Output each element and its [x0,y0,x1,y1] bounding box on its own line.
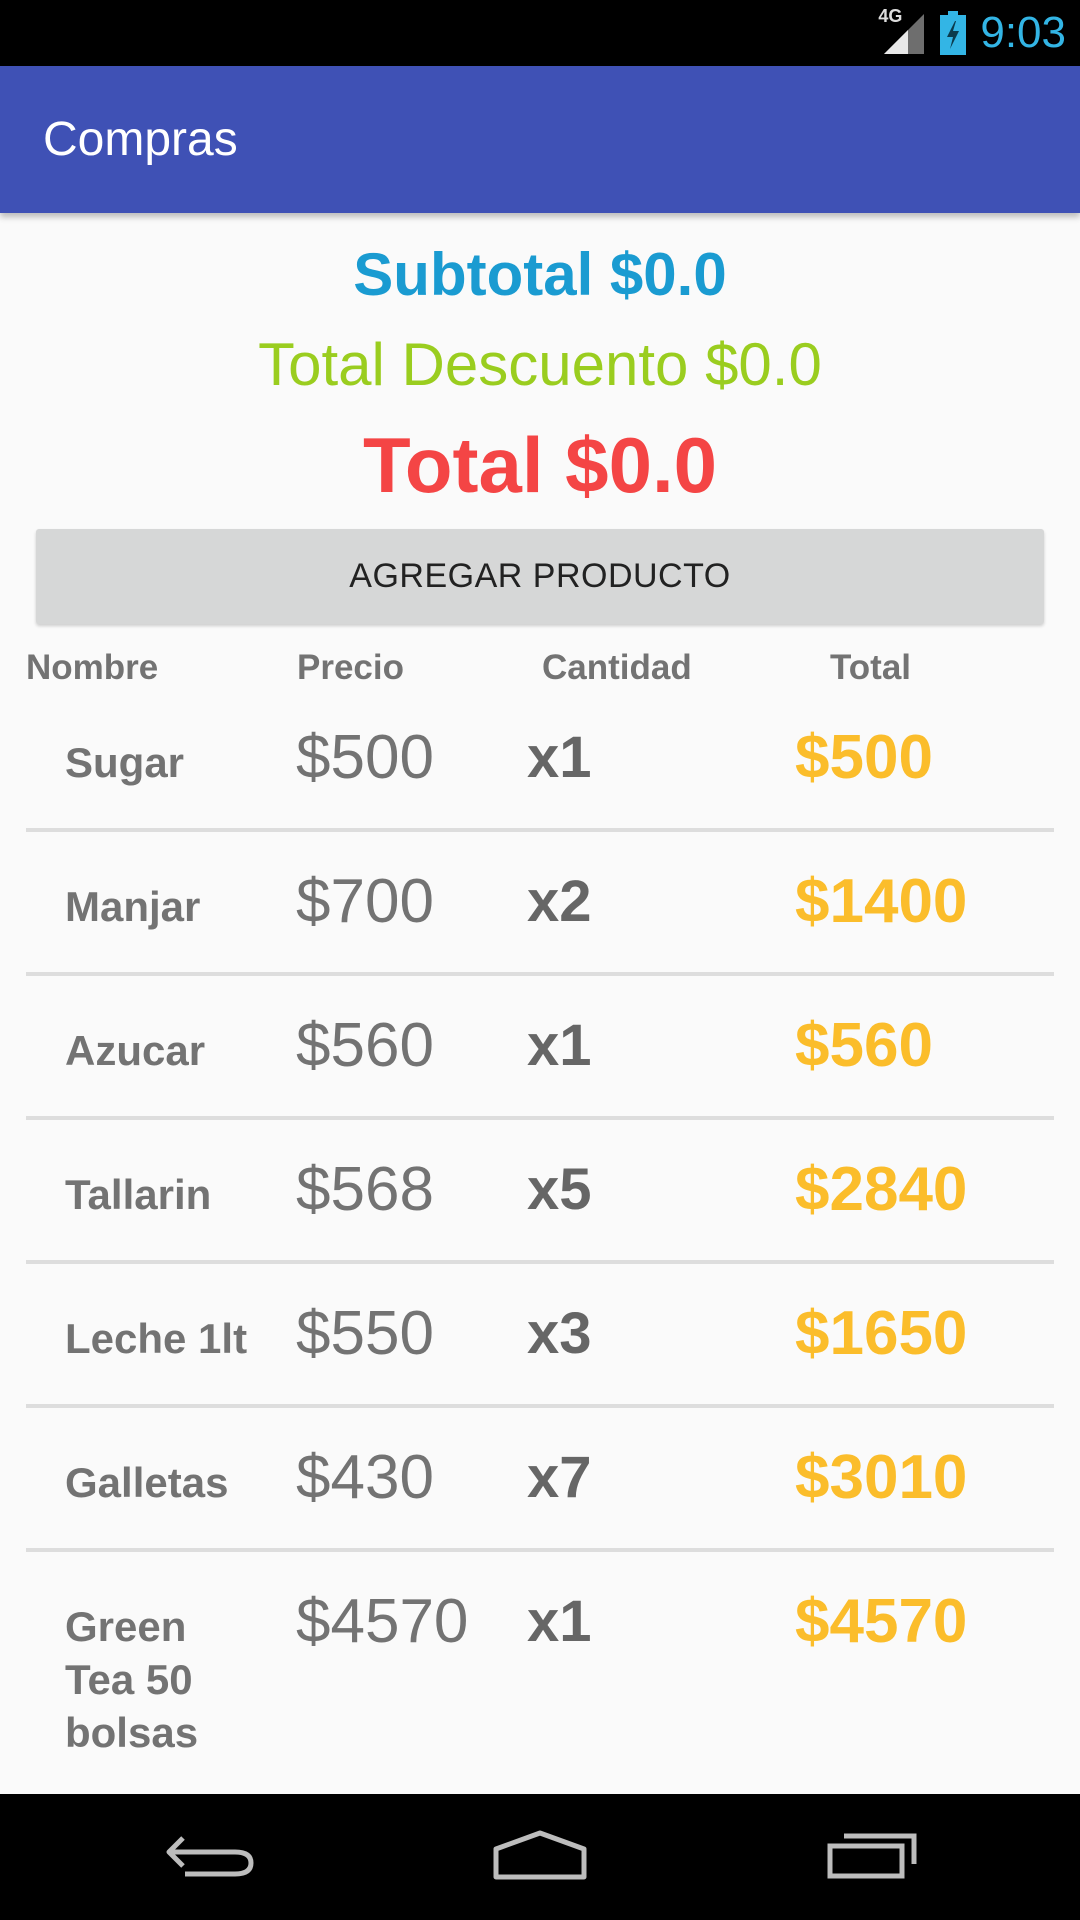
header-total: Total [830,648,912,687]
add-product-button[interactable]: AGREGAR PRODUCTO [36,529,1044,624]
product-quantity: x1 [527,1013,592,1078]
table-row[interactable]: Galletas $430 x7 $3010 [0,1420,1080,1564]
product-price: $560 [296,1011,434,1080]
table-row[interactable]: Azucar $560 x1 $560 [0,988,1080,1132]
recents-button[interactable] [772,1794,972,1920]
home-button[interactable] [440,1794,640,1920]
recents-icon [826,1830,918,1885]
product-name: Galletas [65,1459,229,1506]
product-total: $560 [795,1011,933,1080]
table-row[interactable]: Sugar $500 x1 $500 [0,700,1080,844]
row-divider [26,1116,1054,1120]
product-total: $4570 [795,1587,968,1656]
product-name: Green Tea 50 bolsas [65,1603,199,1756]
product-name: Tallarin [65,1171,212,1218]
status-icons: 4G 9:03 [878,0,1066,66]
product-name: Sugar [65,739,185,786]
navigation-bar [0,1794,1080,1920]
cell-signal-icon: 4G [878,6,926,56]
product-name: Leche 1lt [65,1315,248,1362]
product-name: Manjar [65,883,201,930]
discount-text: Total Descuento $0.0 [258,331,822,398]
header-precio: Precio [297,648,404,687]
product-price: $430 [296,1443,434,1512]
row-divider [26,1404,1054,1408]
app-bar: Compras [0,66,1080,213]
product-quantity: x1 [527,725,592,790]
product-total: $3010 [795,1443,968,1512]
battery-charging-icon [940,11,967,55]
row-divider [26,828,1054,832]
product-price: $4570 [296,1587,469,1656]
product-total: $1650 [795,1299,968,1368]
product-price: $500 [296,723,434,792]
product-quantity: x3 [527,1301,592,1366]
product-quantity: x5 [527,1157,592,1222]
product-total: $2840 [795,1155,968,1224]
product-name: Azucar [65,1027,206,1074]
product-quantity: x7 [527,1445,592,1510]
product-price: $550 [296,1299,434,1368]
back-button[interactable] [110,1794,310,1920]
home-icon [490,1829,590,1886]
table-row[interactable]: Leche 1lt $550 x3 $1650 [0,1276,1080,1420]
row-divider [26,1260,1054,1264]
table-row[interactable]: Manjar $700 x2 $1400 [0,844,1080,988]
product-total: $500 [795,723,933,792]
header-nombre: Nombre [26,648,159,687]
product-price: $700 [296,867,434,936]
product-quantity: x2 [527,869,592,934]
product-total: $1400 [795,867,968,936]
table-row[interactable]: Tallarin $568 x5 $2840 [0,1132,1080,1276]
product-price: $568 [296,1155,434,1224]
table-row[interactable]: Green Tea 50 bolsas $4570 x1 $4570 [0,1564,1080,1794]
product-quantity: x1 [527,1589,592,1654]
status-bar: 4G 9:03 [0,0,1080,66]
header-cantidad: Cantidad [542,648,692,687]
network-type: 4G [878,6,903,26]
status-time: 9:03 [980,8,1066,57]
row-divider [26,1548,1054,1552]
total-text: Total $0.0 [362,421,717,509]
subtotal-text: Subtotal $0.0 [353,241,727,308]
back-icon [165,1830,255,1885]
row-divider [26,972,1054,976]
table-header: Nombre Precio Cantidad Total [0,640,1080,690]
app-title: Compras [43,113,238,166]
